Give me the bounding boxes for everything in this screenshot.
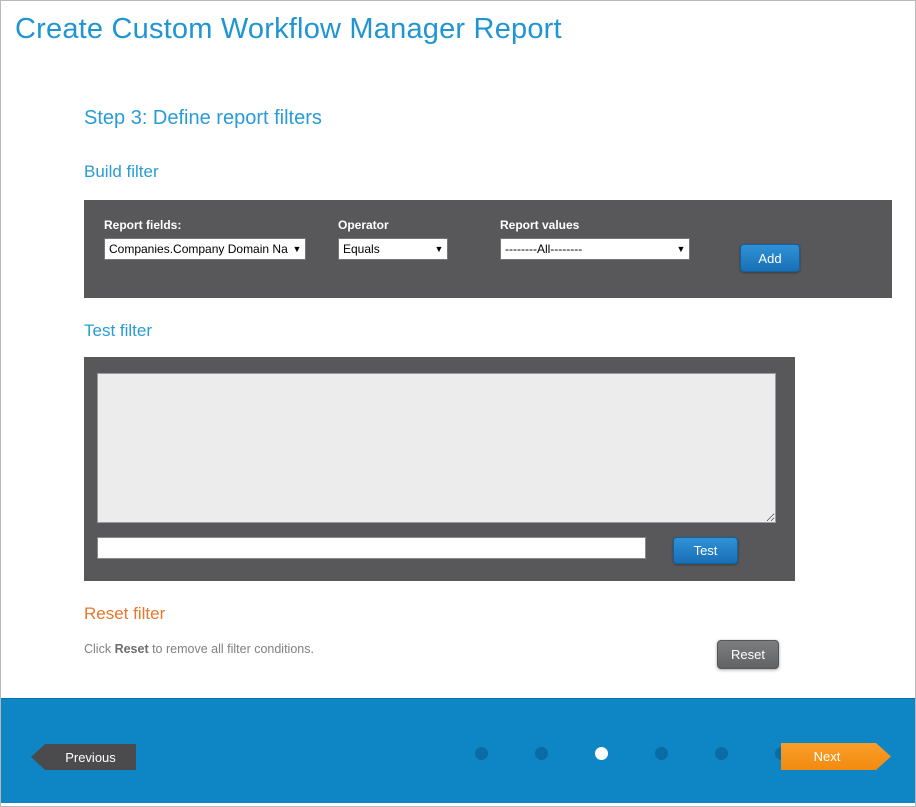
chevron-down-icon: ▼ <box>431 244 447 254</box>
chevron-down-icon: ▼ <box>673 244 689 254</box>
report-values-select[interactable]: --------All-------- ▼ <box>500 238 690 260</box>
report-fields-select[interactable]: Companies.Company Domain Na ▼ <box>104 238 306 260</box>
wizard-window: Create Custom Workflow Manager Report St… <box>0 0 916 807</box>
add-button[interactable]: Add <box>740 244 800 272</box>
step-heading: Step 3: Define report filters <box>84 107 322 130</box>
build-filter-heading: Build filter <box>84 162 159 182</box>
operator-select[interactable]: Equals ▼ <box>338 238 448 260</box>
test-filter-textarea[interactable] <box>97 373 776 523</box>
test-filter-heading: Test filter <box>84 321 152 341</box>
progress-dot <box>655 747 668 760</box>
build-filter-panel: Report fields: Companies.Company Domain … <box>84 200 892 298</box>
previous-button[interactable]: Previous <box>31 744 136 770</box>
wizard-footer: Previous Next <box>1 698 915 803</box>
progress-dot <box>715 747 728 760</box>
progress-dot <box>535 747 548 760</box>
next-button[interactable]: Next <box>781 743 891 770</box>
test-filter-panel: Test <box>84 357 795 581</box>
progress-dot <box>475 747 488 760</box>
chevron-down-icon: ▼ <box>289 244 305 254</box>
report-fields-label: Report fields: <box>104 218 181 232</box>
reset-instruction: Click Reset to remove all filter conditi… <box>84 642 314 656</box>
page-title: Create Custom Workflow Manager Report <box>15 13 562 46</box>
reset-instruction-prefix: Click <box>84 642 115 656</box>
report-values-selected-value: --------All-------- <box>501 242 673 256</box>
progress-dots <box>475 747 788 760</box>
reset-filter-heading: Reset filter <box>84 604 165 624</box>
test-button[interactable]: Test <box>673 537 738 564</box>
reset-instruction-suffix: to remove all filter conditions. <box>149 642 314 656</box>
reset-button[interactable]: Reset <box>717 640 779 669</box>
test-filter-input[interactable] <box>97 537 646 559</box>
progress-dot-active <box>595 747 608 760</box>
operator-selected-value: Equals <box>339 242 431 256</box>
operator-label: Operator <box>338 218 389 232</box>
report-fields-selected-value: Companies.Company Domain Na <box>105 242 289 256</box>
reset-instruction-bold: Reset <box>115 642 149 656</box>
report-values-label: Report values <box>500 218 579 232</box>
